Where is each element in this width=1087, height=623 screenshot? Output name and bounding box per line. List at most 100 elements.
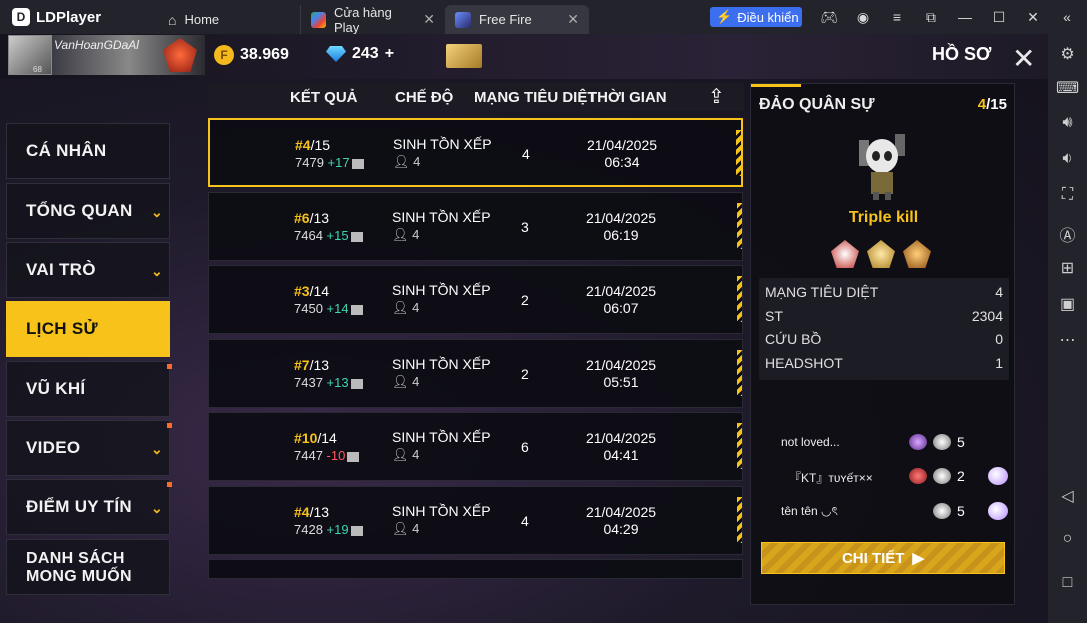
skull-icon: [933, 434, 951, 450]
menu-item-wishlist[interactable]: DANH SÁCH MONG MUỐN: [6, 539, 170, 595]
add-diamond-button[interactable]: +: [385, 45, 394, 63]
row-players: 👤︎ 4: [392, 521, 419, 537]
table-row[interactable]: #10/14 7447 -10 SINH TỒN XẾP HẠ 👤︎ 4 6 2…: [208, 412, 743, 481]
tab-free-fire[interactable]: Free Fire ✕: [445, 5, 589, 34]
page-title: HỒ SƠ: [932, 44, 992, 64]
row-points: 7464 +15: [294, 228, 363, 243]
game-screen: VanHoanGDaAl 68 F 38.969 243 + HỒ SƠ ✕ C…: [0, 34, 1048, 623]
rank-total: /15: [986, 96, 1007, 113]
account-icon[interactable]: ◉: [846, 7, 880, 27]
table-row[interactable]: #4/13 7428 +19 SINH TỒN XẾP HẠ 👤︎ 4 4 21…: [208, 486, 743, 555]
menu-item-reputation[interactable]: ĐIỂM UY TÍN ⌄: [6, 479, 172, 535]
rank-position: #3: [294, 283, 310, 299]
row-stripe: [736, 130, 741, 176]
panel-accent: [751, 84, 801, 87]
points-delta: +14: [326, 301, 349, 316]
tab-home-label: Home: [184, 12, 220, 27]
row-time: 04:41: [603, 447, 639, 463]
gamepad-icon[interactable]: 🎮︎: [812, 7, 846, 27]
close-tab-icon[interactable]: ✕: [567, 11, 579, 28]
screenshot-icon[interactable]: ⛶: [1048, 186, 1087, 204]
keyboard-icon[interactable]: ⌨: [1048, 78, 1087, 98]
tab-play-store[interactable]: Cửa hàng Play ✕: [300, 5, 445, 35]
teammate-name[interactable]: 『KT』ᴛᴜʏếᴛ××: [789, 469, 873, 486]
rank-icon: [909, 434, 927, 450]
row-rank: #4/13: [294, 504, 329, 520]
menu-icon[interactable]: ≡: [880, 7, 914, 27]
back-icon[interactable]: ◁: [1048, 486, 1087, 506]
table-row[interactable]: #4/15 7479 +17 SINH TỒN XẾP HẠ 👤︎ 4 4 21…: [208, 118, 743, 187]
avatar[interactable]: [8, 35, 52, 75]
restore-icon[interactable]: ⧉: [914, 7, 948, 27]
stat-value: 1: [995, 354, 1003, 371]
teammate-name[interactable]: tên tên ◡ৎ: [781, 503, 838, 523]
person-icon: 👤︎: [392, 300, 409, 315]
row-date: 21/04/2025: [585, 504, 657, 520]
minimize-icon[interactable]: —: [948, 7, 982, 27]
lightning-icon: ⚡: [716, 9, 733, 24]
person-icon: 👤︎: [392, 521, 409, 536]
volume-up-icon[interactable]: 🔊︎: [1048, 114, 1087, 132]
ldplayer-logo: D LDPlayer: [12, 8, 152, 26]
table-row[interactable]: #6/13 7464 +15 SINH TỒN XẾP HẠ 👤︎ 4 3 21…: [208, 192, 743, 261]
share-icon[interactable]: ⇪: [708, 84, 725, 109]
menu-item-personal[interactable]: CÁ NHÂN: [6, 123, 170, 179]
rank-total: /13: [309, 357, 330, 373]
home-circle-icon[interactable]: ○: [1048, 530, 1087, 548]
points-delta: +15: [326, 228, 349, 243]
table-row[interactable]: [208, 559, 743, 579]
add-app-icon[interactable]: ⊞: [1048, 258, 1087, 278]
points-value: 7450: [294, 301, 323, 316]
points-delta: +17: [327, 155, 350, 170]
points-delta: -10: [326, 448, 346, 463]
recents-icon[interactable]: □: [1048, 574, 1087, 592]
control-button[interactable]: ⚡ Điều khiển: [710, 7, 802, 27]
maximize-icon[interactable]: ☐: [982, 7, 1016, 27]
match-stats: MẠNG TIÊU DIỆT 4 ST 2304 CỨU BỒ 0 HEADSHOT 1: [759, 278, 1009, 380]
add-friend-icon[interactable]: [988, 502, 1008, 520]
row-kills: 6: [521, 439, 529, 455]
auto-icon[interactable]: Ⓐ: [1048, 222, 1087, 246]
row-points: 7437 +13: [294, 375, 363, 390]
ldplayer-icon: D: [12, 8, 30, 26]
membership-icon[interactable]: [446, 44, 482, 68]
rank-total: /13: [309, 210, 330, 226]
detail-button[interactable]: CHI TIẾT ▶: [761, 542, 1005, 574]
apk-icon[interactable]: ▣: [1048, 294, 1087, 314]
row-rank: #7/13: [294, 357, 329, 373]
teammate-kills: 2: [909, 468, 965, 484]
diamond-counter[interactable]: 243 +: [326, 45, 394, 63]
skull-icon: [933, 503, 951, 519]
person-icon: 👤︎: [393, 154, 410, 169]
achievement-name: Triple kill: [848, 209, 919, 226]
stat-value: 0: [995, 331, 1003, 347]
row-stripe: [737, 497, 742, 543]
volume-down-icon[interactable]: 🔉︎: [1048, 150, 1087, 168]
tab-home[interactable]: ⌂ Home: [158, 5, 298, 34]
row-time: 05:51: [603, 374, 639, 390]
chevron-down-icon: ⌄: [150, 500, 163, 516]
table-row[interactable]: #3/14 7450 +14 SINH TỒN XẾP HẠ 👤︎ 4 2 21…: [208, 265, 743, 334]
map-name: ĐẢO QUÂN SỰ: [759, 96, 875, 113]
table-row[interactable]: #7/13 7437 +13 SINH TỒN XẾP HẠ 👤︎ 4 2 21…: [208, 339, 743, 408]
menu-label: VAI TRÒ: [26, 260, 96, 279]
menu-item-history[interactable]: LỊCH SỬ: [6, 301, 170, 357]
row-date: 21/04/2025: [585, 283, 657, 299]
collapse-sidebar-icon[interactable]: «: [1050, 7, 1084, 27]
teammate-name[interactable]: not loved...: [781, 435, 840, 449]
menu-item-overview[interactable]: TỔNG QUAN ⌄: [6, 183, 170, 239]
menu-item-weapons[interactable]: VŨ KHÍ: [6, 361, 172, 417]
teammate-kill-count: 5: [957, 503, 965, 519]
rank-total: /15: [310, 137, 331, 153]
menu-label: TỔNG QUAN: [26, 201, 133, 220]
close-profile-icon[interactable]: ✕: [1012, 42, 1035, 75]
close-window-icon[interactable]: ✕: [1016, 7, 1050, 27]
row-time: 06:34: [604, 154, 640, 170]
settings-gear-icon[interactable]: ⚙: [1048, 44, 1087, 64]
menu-item-role[interactable]: VAI TRÒ ⌄: [6, 242, 170, 298]
close-tab-icon[interactable]: ✕: [423, 11, 435, 28]
add-friend-icon[interactable]: [988, 467, 1008, 485]
more-icon[interactable]: ⋯: [1048, 330, 1087, 350]
row-mode: SINH TỒN XẾP HẠ: [393, 136, 493, 152]
menu-item-video[interactable]: VIDEO ⌄: [6, 420, 172, 476]
